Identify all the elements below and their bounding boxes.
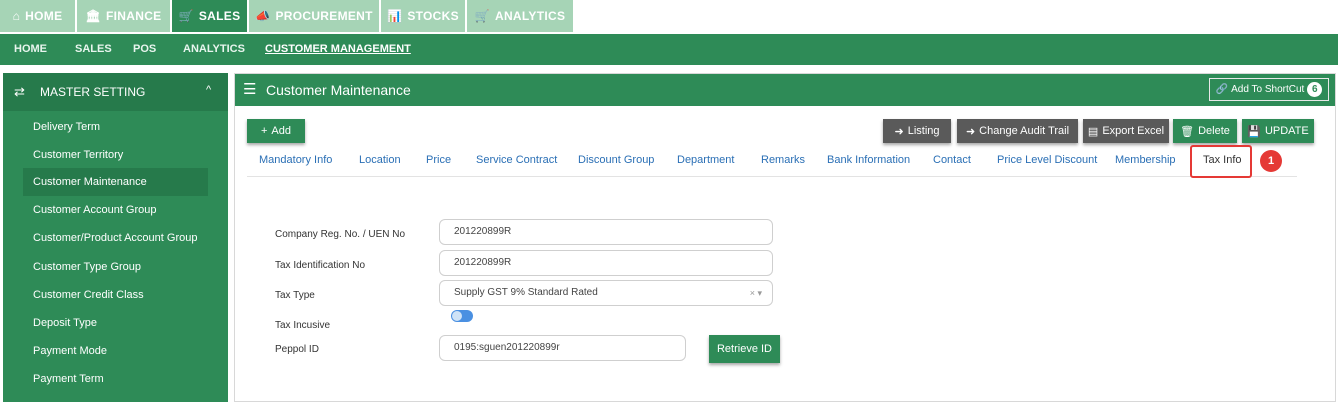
tax-type-select[interactable]: Supply GST 9% Standard Rated × ▾ xyxy=(439,280,773,306)
cart-icon: 🛒 xyxy=(474,9,490,23)
menu-icon[interactable]: ☰ xyxy=(243,80,256,98)
tab-remarks[interactable]: Remarks xyxy=(761,154,805,166)
retrieve-id-button[interactable]: Retrieve ID xyxy=(709,335,780,363)
tax-id-input[interactable]: 201220899R xyxy=(439,250,773,276)
trash-icon: 🗑 xyxy=(1180,125,1195,138)
module-label: PROCUREMENT xyxy=(275,9,373,23)
sidebar-item-customer-account-group[interactable]: Customer Account Group xyxy=(23,196,208,224)
cart-icon: 🛒 xyxy=(178,9,194,23)
sign-in-icon: ➜ xyxy=(965,125,976,138)
module-label: ANALYTICS xyxy=(494,9,566,23)
tab-department[interactable]: Department xyxy=(677,154,734,166)
excel-icon: ▤ xyxy=(1087,125,1099,138)
tax-id-label: Tax Identification No xyxy=(275,260,366,271)
chevron-up-icon[interactable]: ^ xyxy=(206,84,211,96)
module-analytics[interactable]: 🛒 ANALYTICS xyxy=(467,0,573,32)
peppol-input[interactable]: 0195:sguen201220899r xyxy=(439,335,686,361)
export-excel-button[interactable]: ▤ Export Excel xyxy=(1083,119,1169,143)
module-sales[interactable]: 🛒 SALES xyxy=(172,0,247,32)
module-label: FINANCE xyxy=(106,9,162,23)
chart-icon: 📊 xyxy=(387,9,403,23)
tax-type-value: Supply GST 9% Standard Rated xyxy=(454,287,598,298)
change-audit-trail-button[interactable]: ➜ Change Audit Trail xyxy=(957,119,1078,143)
tax-inclusive-toggle[interactable] xyxy=(451,310,473,322)
delete-label: Delete xyxy=(1198,125,1230,137)
sidebar-item-customer-product-account-group[interactable]: Customer/Product Account Group xyxy=(23,224,208,252)
shortcut-label: Add To ShortCut xyxy=(1231,84,1305,95)
tab-bank-information[interactable]: Bank Information xyxy=(827,154,910,166)
sidebar-item-customer-territory[interactable]: Customer Territory xyxy=(23,141,208,169)
sidebar: ⇄ MASTER SETTING ^ Delivery Term Custome… xyxy=(3,73,228,402)
retrieve-label: Retrieve ID xyxy=(716,343,773,355)
subnav-home[interactable]: HOME xyxy=(14,34,47,65)
delete-button[interactable]: 🗑 Delete xyxy=(1173,119,1237,143)
shortcut-count-badge: 6 xyxy=(1307,82,1323,97)
megaphone-icon: 📣 xyxy=(255,9,271,23)
subnav-customer-management[interactable]: CUSTOMER MANAGEMENT xyxy=(265,34,411,65)
tax-type-label: Tax Type xyxy=(275,290,315,301)
module-label: HOME xyxy=(25,9,63,23)
toggle-knob xyxy=(452,311,462,321)
sidebar-item-delivery-term[interactable]: Delivery Term xyxy=(23,113,208,141)
module-stocks[interactable]: 📊 STOCKS xyxy=(381,0,465,32)
tab-contact[interactable]: Contact xyxy=(933,154,971,166)
subnav-sales[interactable]: SALES xyxy=(75,34,112,65)
exchange-icon: ⇄ xyxy=(14,84,25,99)
sidebar-item-customer-credit-class[interactable]: Customer Credit Class xyxy=(23,281,208,309)
home-icon: ⌂ xyxy=(12,9,21,23)
tab-price[interactable]: Price xyxy=(426,154,451,166)
page-title: Customer Maintenance xyxy=(266,82,411,98)
export-label: Export Excel xyxy=(1102,125,1165,137)
save-icon: 💾 xyxy=(1247,125,1261,138)
sign-in-icon: ➜ xyxy=(894,125,904,138)
add-shortcut-button[interactable]: 🔗 Add To ShortCut 6 xyxy=(1209,78,1329,101)
clear-dropdown-icon[interactable]: × ▾ xyxy=(750,281,762,305)
module-label: SALES xyxy=(198,9,241,23)
tab-discount-group[interactable]: Discount Group xyxy=(578,154,654,166)
subnav-pos[interactable]: POS xyxy=(133,34,156,65)
main-panel: ☰ Customer Maintenance 🔗 Add To ShortCut… xyxy=(234,73,1336,402)
company-reg-input[interactable]: 201220899R xyxy=(439,219,773,245)
tab-highlight-box xyxy=(1190,145,1252,178)
sidebar-title: MASTER SETTING xyxy=(40,85,146,99)
tab-service-contract[interactable]: Service Contract xyxy=(476,154,557,166)
peppol-label: Peppol ID xyxy=(275,344,319,355)
sidebar-item-customer-maintenance[interactable]: Customer Maintenance xyxy=(23,168,208,196)
update-button[interactable]: 💾 UPDATE xyxy=(1242,119,1314,143)
update-label: UPDATE xyxy=(1264,125,1309,137)
audit-label: Change Audit Trail xyxy=(979,125,1070,137)
callout-badge: 1 xyxy=(1260,150,1282,172)
company-reg-label: Company Reg. No. / UEN No xyxy=(275,229,406,240)
module-procurement[interactable]: 📣 PROCUREMENT xyxy=(249,0,379,32)
link-icon: 🔗 xyxy=(1215,84,1229,95)
tab-mandatory-info[interactable]: Mandatory Info xyxy=(259,154,332,166)
subnav-analytics[interactable]: ANALYTICS xyxy=(183,34,245,65)
sidebar-item-customer-type-group[interactable]: Customer Type Group xyxy=(23,253,208,281)
bank-icon: 🏛 xyxy=(85,9,102,23)
sidebar-item-payment-mode[interactable]: Payment Mode xyxy=(23,337,208,365)
add-label: Add xyxy=(271,125,291,137)
module-label: STOCKS xyxy=(407,9,459,23)
module-home[interactable]: ⌂ HOME xyxy=(0,0,75,32)
listing-label: Listing xyxy=(907,125,940,137)
sidebar-item-payment-term[interactable]: Payment Term xyxy=(23,365,208,393)
sidebar-item-deposit-type[interactable]: Deposit Type xyxy=(23,309,208,337)
module-finance[interactable]: 🏛 FINANCE xyxy=(77,0,170,32)
add-button[interactable]: + Add xyxy=(247,119,305,143)
tab-location[interactable]: Location xyxy=(359,154,401,166)
tab-price-level-discount[interactable]: Price Level Discount xyxy=(997,154,1097,166)
tab-divider xyxy=(247,176,1297,177)
module-bar: ⌂ HOME 🏛 FINANCE 🛒 SALES 📣 PROCUREMENT 📊… xyxy=(0,0,1338,33)
plus-icon: + xyxy=(260,125,268,137)
listing-button[interactable]: ➜ Listing xyxy=(883,119,951,143)
panel-header: ☰ Customer Maintenance 🔗 Add To ShortCut… xyxy=(235,74,1335,106)
sidebar-header[interactable]: ⇄ MASTER SETTING ^ xyxy=(3,73,228,111)
tab-membership[interactable]: Membership xyxy=(1115,154,1176,166)
tax-inclusive-label: Tax Incusive xyxy=(275,320,331,331)
sub-nav: HOME SALES POS ANALYTICS CUSTOMER MANAGE… xyxy=(0,34,1338,65)
